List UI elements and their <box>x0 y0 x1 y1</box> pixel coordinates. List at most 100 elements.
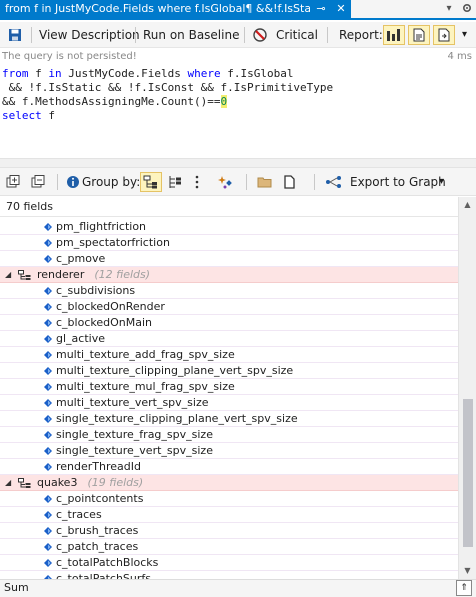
vertical-scrollbar[interactable]: ▲ ▼ <box>458 197 476 579</box>
export-dropdown-icon[interactable]: ▾ <box>439 172 444 192</box>
double-up-icon[interactable]: ⇑ <box>456 580 472 596</box>
toolbar-separator <box>314 174 315 190</box>
settings-icon[interactable] <box>458 0 476 18</box>
field-row[interactable]: c_subdivisions <box>0 283 458 299</box>
field-icon <box>44 495 52 503</box>
query-line-3: && f.MethodsAssigningMe.Count()==0 <box>2 95 228 108</box>
pin-icon[interactable]: ⊸ <box>314 0 328 18</box>
field-icon <box>44 463 52 471</box>
report-chart-icon[interactable] <box>383 25 405 45</box>
field-icon <box>44 383 52 391</box>
report-export-icon[interactable] <box>433 25 455 45</box>
toolbar-separator <box>327 27 328 43</box>
field-row[interactable]: c_blockedOnRender <box>0 299 458 315</box>
toolbar-separator <box>31 27 32 43</box>
field-row[interactable]: single_texture_clipping_plane_vert_spv_s… <box>0 411 458 427</box>
field-row[interactable]: single_texture_vert_spv_size <box>0 443 458 459</box>
field-name: pm_spectatorfriction <box>56 236 170 249</box>
field-name: multi_texture_vert_spv_size <box>56 396 209 409</box>
field-icon <box>44 415 52 423</box>
sparkle-icon[interactable] <box>216 172 238 192</box>
field-name: multi_texture_mul_frag_spv_size <box>56 380 235 393</box>
document-icon[interactable] <box>280 172 302 192</box>
collapse-all-icon[interactable] <box>29 172 51 192</box>
results-tree: pm_flightfriction pm_spectatorfriction c_p… <box>0 219 458 579</box>
field-row[interactable]: c_traces <box>0 507 458 523</box>
field-row[interactable]: pm_spectatorfriction <box>0 235 458 251</box>
query-toolbar: View Description Run on Baseline Critica… <box>0 22 476 48</box>
group-row[interactable]: ◢ renderer (12 fields) <box>0 267 458 283</box>
field-icon <box>44 319 52 327</box>
field-row[interactable]: multi_texture_mul_frag_spv_size <box>0 379 458 395</box>
collapse-triangle-icon[interactable]: ◢ <box>5 475 11 491</box>
run-on-baseline-button[interactable]: Run on Baseline <box>143 25 239 45</box>
field-icon <box>44 255 52 263</box>
field-row[interactable]: c_brush_traces <box>0 523 458 539</box>
field-row[interactable]: c_patch_traces <box>0 539 458 555</box>
field-name: pm_flightfriction <box>56 220 147 233</box>
field-row[interactable]: multi_texture_vert_spv_size <box>0 395 458 411</box>
toolbar-separator <box>135 27 136 43</box>
field-name: c_blockedOnMain <box>56 316 152 329</box>
field-icon <box>44 367 52 375</box>
field-row[interactable]: c_pmove <box>0 251 458 267</box>
critical-button[interactable]: Critical <box>276 25 318 45</box>
field-row[interactable]: renderThreadId <box>0 459 458 475</box>
field-icon <box>44 559 52 567</box>
sum-label: Sum <box>4 581 29 594</box>
namespace-icon <box>18 478 31 488</box>
group-by-type-icon[interactable] <box>165 172 187 192</box>
report-dropdown-icon[interactable]: ▾ <box>462 25 467 45</box>
sum-bar: Sum ⇑ <box>0 579 476 597</box>
save-icon[interactable] <box>6 25 28 45</box>
field-row[interactable]: c_totalPatchBlocks <box>0 555 458 571</box>
group-by-namespace-icon[interactable] <box>140 172 162 192</box>
folder-icon[interactable] <box>255 172 277 192</box>
query-tab[interactable]: from f in JustMyCode.Fields where f.IsGl… <box>0 0 351 18</box>
field-row[interactable]: multi_texture_add_frag_spv_size <box>0 347 458 363</box>
field-name: multi_texture_add_frag_spv_size <box>56 348 235 361</box>
close-icon[interactable]: ✕ <box>334 0 348 18</box>
expand-all-icon[interactable] <box>4 172 26 192</box>
export-graph-icon[interactable] <box>324 172 346 192</box>
field-icon <box>44 239 52 247</box>
field-name: c_subdivisions <box>56 284 136 297</box>
field-row[interactable]: single_texture_frag_spv_size <box>0 427 458 443</box>
group-row[interactable]: ◢ quake3 (19 fields) <box>0 475 458 491</box>
results-toolbar: Group by: Export to Graph ▾ <box>0 168 476 196</box>
scroll-thumb[interactable] <box>463 399 473 547</box>
field-name: single_texture_vert_spv_size <box>56 444 213 457</box>
group-name: renderer <box>37 268 85 281</box>
field-row[interactable]: c_blockedOnMain <box>0 315 458 331</box>
toolbar-separator <box>57 174 58 190</box>
dropdown-icon[interactable]: ▾ <box>440 0 458 18</box>
field-row[interactable]: pm_flightfriction <box>0 219 458 235</box>
field-icon <box>44 223 52 231</box>
field-row[interactable]: multi_texture_clipping_plane_vert_spv_si… <box>0 363 458 379</box>
field-icon <box>44 447 52 455</box>
field-name: c_patch_traces <box>56 540 139 553</box>
scroll-down-icon[interactable]: ▼ <box>459 563 476 579</box>
field-name: c_brush_traces <box>56 524 139 537</box>
collapse-triangle-icon[interactable]: ◢ <box>5 267 11 283</box>
group-by-assembly-icon[interactable] <box>188 172 210 192</box>
view-description-button[interactable]: View Description <box>39 25 140 45</box>
field-icon <box>44 399 52 407</box>
critical-icon[interactable] <box>251 25 273 45</box>
field-row[interactable]: gl_active <box>0 331 458 347</box>
export-to-graph-button[interactable]: Export to Graph <box>350 172 446 192</box>
field-name: multi_texture_clipping_plane_vert_spv_si… <box>56 364 294 377</box>
report-document-icon[interactable] <box>408 25 430 45</box>
field-icon <box>44 543 52 551</box>
persist-warning: The query is not persisted! <box>2 51 137 62</box>
scroll-up-icon[interactable]: ▲ <box>459 197 476 213</box>
field-name: c_totalPatchBlocks <box>56 556 159 569</box>
group-by-label: Group by: <box>82 175 141 189</box>
query-editor[interactable]: from f in JustMyCode.Fields where f.IsGl… <box>0 65 476 158</box>
field-icon <box>44 303 52 311</box>
tab-overflow: ▾ <box>440 0 476 18</box>
field-row[interactable]: c_pointcontents <box>0 491 458 507</box>
panel-splitter[interactable] <box>0 158 476 168</box>
field-row[interactable]: c_totalPatchSurfs <box>0 571 458 579</box>
field-icon <box>44 527 52 535</box>
